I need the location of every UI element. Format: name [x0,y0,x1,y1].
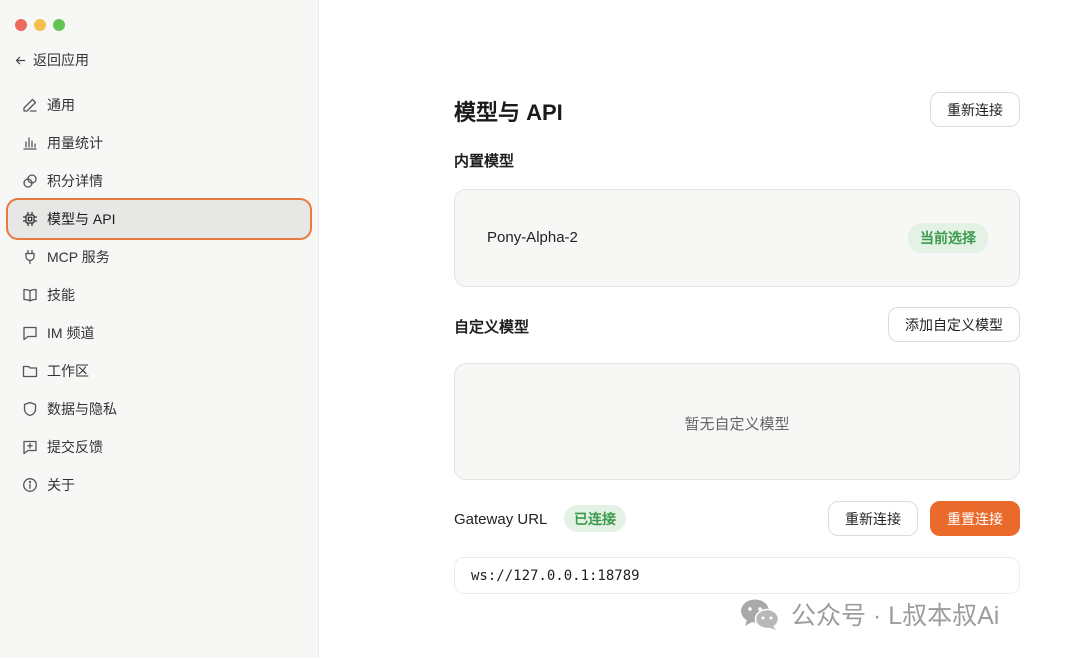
sidebar-item-label: 技能 [47,287,75,303]
builtin-model-card[interactable]: Pony-Alpha-2 当前选择 [454,189,1020,287]
sidebar-item-general[interactable]: 通用 [8,86,310,124]
plug-icon [25,249,35,265]
gateway-url-label: Gateway URL [454,511,548,528]
model-name: Pony-Alpha-2 [487,229,578,246]
close-window-button[interactable] [15,19,27,31]
book-icon [23,288,37,302]
page-title: 模型与 API [454,100,563,125]
gateway-reconnect-button[interactable]: 重新连接 [828,501,918,536]
shield-icon [23,401,37,417]
minimize-window-button[interactable] [34,19,46,31]
add-custom-model-button[interactable]: 添加自定义模型 [888,307,1020,342]
current-selection-badge: 当前选择 [908,223,988,253]
chip-icon [22,211,38,227]
gateway-url-field[interactable]: ws://127.0.0.1:18789 [454,557,1020,594]
reset-connection-button[interactable]: 重置连接 [930,501,1020,536]
back-label: 返回应用 [33,52,89,68]
wechat-icon [741,599,780,630]
sidebar-item-label: 工作区 [47,363,89,379]
sidebar-item-credits[interactable]: 积分详情 [8,162,310,200]
sidebar-item-mcp[interactable]: MCP 服务 [8,238,310,276]
connection-status-badge: 已连接 [564,505,626,532]
empty-state-text: 暂无自定义模型 [684,416,790,433]
sidebar-item-data-privacy[interactable]: 数据与隐私 [8,390,310,428]
sidebar-item-label: 积分详情 [47,173,103,189]
info-icon [23,478,37,492]
sidebar: 返回应用 通用 用量统计 积分详情 模型与 API MCP 服务 技能 IM 频… [0,0,319,658]
sidebar-item-im-channels[interactable]: IM 频道 [8,314,310,352]
sidebar-item-label: 用量统计 [47,135,103,151]
sidebar-item-label: 数据与隐私 [47,401,117,417]
sidebar-item-label: 模型与 API [47,211,116,227]
sidebar-item-label: 提交反馈 [47,439,103,455]
reconnect-button[interactable]: 重新连接 [930,92,1020,127]
sidebar-item-label: MCP 服务 [47,249,110,265]
builtin-models-label: 内置模型 [454,153,515,170]
sidebar-item-workspace[interactable]: 工作区 [8,352,310,390]
arrow-left-icon [15,56,26,64]
coins-icon [23,174,37,188]
watermark: 公众号 · L叔本叔Ai [739,597,999,631]
sidebar-item-label: 通用 [47,97,75,113]
custom-models-label: 自定义模型 [454,319,530,336]
back-to-app-button[interactable]: 返回应用 [14,49,89,71]
settings-content: 模型与 API 重新连接 内置模型 Pony-Alpha-2 当前选择 自定义模… [454,0,1020,658]
custom-models-card: 暂无自定义模型 [454,363,1020,480]
sidebar-item-skills[interactable]: 技能 [8,276,310,314]
pencil-icon [23,98,37,112]
window-controls [15,19,65,31]
watermark-text: 公众号 · L叔本叔Ai [791,602,1000,630]
sidebar-item-label: IM 频道 [47,325,95,341]
sidebar-item-models-api[interactable]: 模型与 API [8,200,310,238]
folder-icon [22,365,38,378]
zoom-window-button[interactable] [53,19,65,31]
feedback-icon [23,440,37,455]
sidebar-item-about[interactable]: 关于 [8,466,310,504]
chat-icon [23,326,37,341]
bar-chart-icon [23,137,37,150]
sidebar-item-feedback[interactable]: 提交反馈 [8,428,310,466]
sidebar-item-usage[interactable]: 用量统计 [8,124,310,162]
sidebar-item-label: 关于 [47,477,75,493]
settings-nav: 通用 用量统计 积分详情 模型与 API MCP 服务 技能 IM 频道 工作区… [8,86,310,504]
